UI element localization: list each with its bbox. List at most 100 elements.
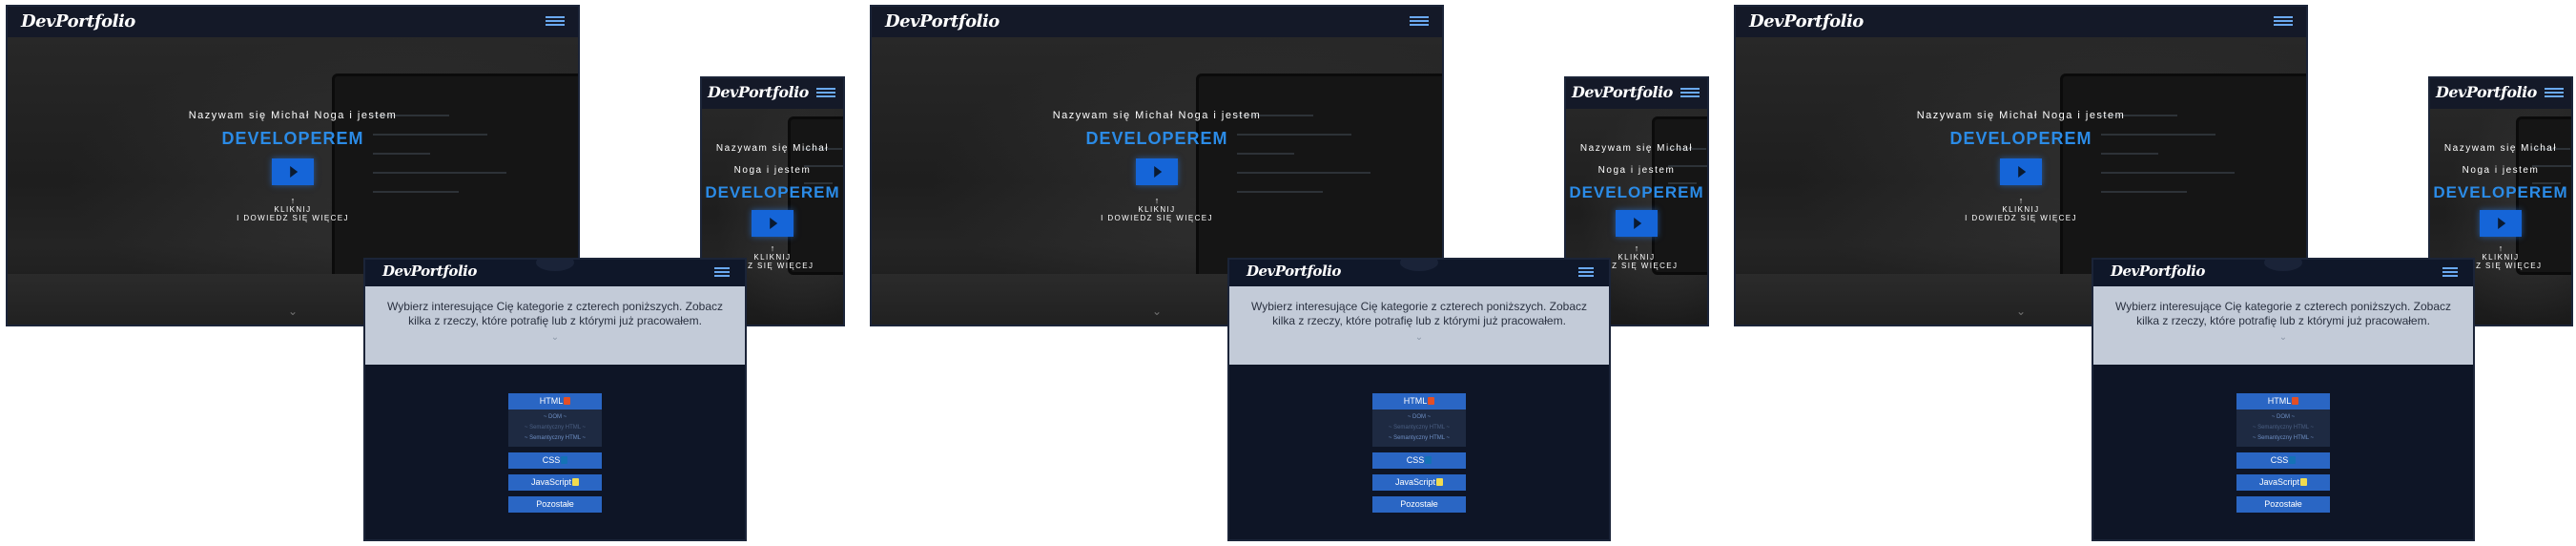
arrow-up-icon: ↑ <box>770 243 775 253</box>
learn-more-label: I DOWIEDZ SIĘ WIĘCEJ <box>1101 214 1213 222</box>
hero-role: DEVELOPEREM <box>1085 129 1228 148</box>
category-html-button[interactable]: HTML <box>1372 393 1466 410</box>
javascript-icon <box>1436 478 1444 486</box>
hamburger-menu-icon[interactable] <box>2545 88 2564 98</box>
logo[interactable]: DevPortfolio <box>2111 262 2205 280</box>
css3-icon <box>1425 456 1432 464</box>
click-label: KLIKNIJ <box>1138 205 1176 214</box>
logo[interactable]: DevPortfolio <box>1247 262 1341 280</box>
play-button[interactable] <box>2480 210 2522 237</box>
play-button[interactable] <box>1616 210 1658 237</box>
hamburger-menu-icon[interactable] <box>1680 88 1700 98</box>
html-subcategories: ~ DOM ~ ~ Semantyczny HTML ~ ~ Semantycz… <box>508 410 602 447</box>
category-css-button[interactable]: CSS <box>2236 452 2330 469</box>
category-css-button[interactable]: CSS <box>508 452 602 469</box>
category-html-button[interactable]: HTML <box>508 393 602 410</box>
play-button[interactable] <box>272 158 314 185</box>
sub-item-semantic[interactable]: ~ Semantyczny HTML ~ <box>508 433 602 444</box>
navbar: DevPortfolio <box>2430 78 2571 109</box>
play-button[interactable] <box>1136 158 1178 185</box>
category-other-button[interactable]: Pozostałe <box>1372 496 1466 513</box>
nav-notch <box>536 260 574 271</box>
categories-intro-banner: Wybierz interesujące Cię kategorie z czt… <box>1229 286 1609 365</box>
hero-role: DEVELOPEREM <box>1569 183 1704 201</box>
preview-set-1: DevPortfolio Nazywam się Michał Noga i j… <box>0 0 858 546</box>
javascript-icon <box>2300 478 2308 486</box>
css3-icon <box>561 456 568 464</box>
category-other-button[interactable]: Pozostałe <box>508 496 602 513</box>
category-other-button[interactable]: Pozostałe <box>2236 496 2330 513</box>
hamburger-menu-icon[interactable] <box>2274 16 2293 27</box>
play-button[interactable] <box>2000 158 2042 185</box>
category-list: HTML ~ DOM ~ ~ Semantyczny HTML ~ ~ Sema… <box>508 393 602 518</box>
hero-intro-line2: Noga i jestem <box>2462 165 2540 176</box>
sub-item-dom[interactable]: ~ DOM ~ <box>1372 412 1466 423</box>
sub-item-dom[interactable]: ~ DOM ~ <box>508 412 602 423</box>
chevron-down-icon: ⌄ <box>1414 332 1424 343</box>
logo[interactable]: DevPortfolio <box>2436 83 2537 101</box>
scroll-down-icon[interactable]: ⌄ <box>288 304 298 318</box>
logo[interactable]: DevPortfolio <box>21 11 135 32</box>
hamburger-menu-icon[interactable] <box>816 88 835 98</box>
category-javascript-button[interactable]: JavaScript <box>2236 474 2330 491</box>
scroll-down-icon[interactable]: ⌄ <box>1152 304 1162 318</box>
html-subcategories: ~ DOM ~ ~ Semantyczny HTML ~ ~ Semantycz… <box>1372 410 1466 447</box>
hamburger-menu-icon[interactable] <box>2442 267 2458 278</box>
category-list: HTML ~ DOM ~ ~ Semantyczny HTML ~ ~ Sema… <box>1372 393 1466 518</box>
navbar: DevPortfolio <box>1229 260 1609 286</box>
arrow-up-icon: ↑ <box>2018 196 2024 205</box>
logo[interactable]: DevPortfolio <box>1749 11 1864 32</box>
chevron-down-icon: ⌄ <box>2278 332 2288 343</box>
arrow-up-icon: ↑ <box>1634 243 1639 253</box>
categories-preview: DevPortfolio Wybierz interesujące Cię ka… <box>2092 258 2475 541</box>
sub-item-semantic[interactable]: ~ Semantyczny HTML ~ <box>1372 423 1466 433</box>
sub-item-semantic[interactable]: ~ Semantyczny HTML ~ <box>2236 423 2330 433</box>
sub-item-semantic[interactable]: ~ Semantyczny HTML ~ <box>2236 433 2330 444</box>
category-javascript-button[interactable]: JavaScript <box>508 474 602 491</box>
category-html-button[interactable]: HTML <box>2236 393 2330 410</box>
html5-icon <box>564 397 571 405</box>
hero-content: Nazywam się Michał Noga i jestem DEVELOP… <box>1736 110 2306 222</box>
preview-set-3: DevPortfolio Nazywam się Michał Noga i j… <box>1728 0 2576 546</box>
click-label: KLIKNIJ <box>2002 205 2040 214</box>
hero-intro-line2: Noga i jestem <box>1597 165 1676 176</box>
navbar: DevPortfolio <box>702 78 843 109</box>
sub-item-semantic[interactable]: ~ Semantyczny HTML ~ <box>508 423 602 433</box>
logo[interactable]: DevPortfolio <box>708 83 809 101</box>
hero-content: Nazywam się Michał Noga i jestem DEVELOP… <box>8 110 578 222</box>
javascript-icon <box>572 478 580 486</box>
nav-notch <box>1400 260 1438 271</box>
html5-icon <box>2292 397 2299 405</box>
sub-item-dom[interactable]: ~ DOM ~ <box>2236 412 2330 423</box>
logo[interactable]: DevPortfolio <box>885 11 999 32</box>
play-button[interactable] <box>752 210 793 237</box>
preview-set-2: DevPortfolio Nazywam się Michał Noga i j… <box>864 0 1722 546</box>
categories-preview: DevPortfolio Wybierz interesujące Cię ka… <box>1227 258 1611 541</box>
hamburger-menu-icon[interactable] <box>546 16 565 27</box>
logo[interactable]: DevPortfolio <box>382 262 477 280</box>
html5-icon <box>1428 397 1435 405</box>
hero-role: DEVELOPEREM <box>1949 129 2092 148</box>
arrow-up-icon: ↑ <box>1154 196 1160 205</box>
scroll-down-icon[interactable]: ⌄ <box>2016 304 2026 318</box>
learn-more-label: I DOWIEDZ SIĘ WIĘCEJ <box>237 214 349 222</box>
navbar: DevPortfolio <box>872 7 1442 37</box>
category-list: HTML ~ DOM ~ ~ Semantyczny HTML ~ ~ Sema… <box>2236 393 2330 518</box>
categories-intro-banner: Wybierz interesujące Cię kategorie z czt… <box>2093 286 2473 365</box>
navbar: DevPortfolio <box>8 7 578 37</box>
logo[interactable]: DevPortfolio <box>1572 83 1673 101</box>
hero-intro: Nazywam się Michał Noga i jestem <box>188 110 398 121</box>
categories-preview: DevPortfolio Wybierz interesujące Cię ka… <box>363 258 747 541</box>
hero-intro: Nazywam się Michał Noga i jestem <box>1052 110 1262 121</box>
hamburger-menu-icon[interactable] <box>1410 16 1429 27</box>
hamburger-menu-icon[interactable] <box>1578 267 1594 278</box>
hero-intro: Nazywam się Michał Noga i jestem <box>1916 110 2126 121</box>
sub-item-semantic[interactable]: ~ Semantyczny HTML ~ <box>1372 433 1466 444</box>
category-javascript-button[interactable]: JavaScript <box>1372 474 1466 491</box>
arrow-up-icon: ↑ <box>290 196 296 205</box>
navbar: DevPortfolio <box>2093 260 2473 286</box>
click-label: KLIKNIJ <box>274 205 312 214</box>
category-css-button[interactable]: CSS <box>1372 452 1466 469</box>
arrow-up-icon: ↑ <box>2498 243 2504 253</box>
hamburger-menu-icon[interactable] <box>714 267 730 278</box>
